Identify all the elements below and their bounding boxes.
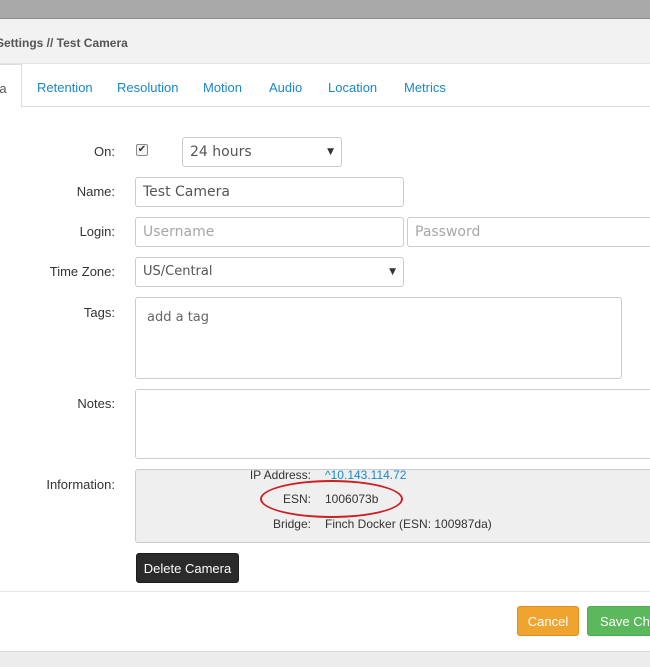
notes-label: Notes: xyxy=(77,396,115,411)
tab-retention[interactable]: Retention xyxy=(37,64,93,107)
notes-textarea[interactable] xyxy=(135,389,650,459)
on-label: On: xyxy=(94,144,115,159)
modal-header: Settings // Test Camera xyxy=(0,19,650,64)
name-field-value: Test Camera xyxy=(143,184,230,200)
chevron-down-icon: ▼ xyxy=(389,267,396,277)
tab-motion[interactable]: Motion xyxy=(203,64,242,107)
save-changes-button[interactable]: Save Changes xyxy=(587,606,650,636)
tab-audio[interactable]: Audio xyxy=(269,64,302,107)
tags-placeholder: add a tag xyxy=(147,310,210,325)
delete-camera-button[interactable]: Delete Camera xyxy=(136,553,239,583)
timezone-label: Time Zone: xyxy=(49,264,115,279)
background-window-strip xyxy=(0,0,650,19)
password-field[interactable]: Password xyxy=(407,217,650,247)
checkmark-icon: ✔ xyxy=(137,144,147,155)
on-checkbox[interactable]: ✔ xyxy=(136,144,148,156)
password-placeholder: Password xyxy=(415,224,481,240)
schedule-select-value: 24 hours xyxy=(190,144,252,160)
schedule-select[interactable]: 24 hours ▼ xyxy=(182,137,342,167)
cancel-button[interactable]: Cancel xyxy=(517,606,579,636)
name-label: Name: xyxy=(76,184,115,199)
timezone-select[interactable]: US/Central ▼ xyxy=(135,257,404,287)
information-label: Information: xyxy=(46,477,115,492)
modal-footer-divider xyxy=(0,591,650,592)
esn-highlight-annotation xyxy=(260,480,403,518)
username-placeholder: Username xyxy=(143,224,215,240)
username-field[interactable]: Username xyxy=(135,217,404,247)
tags-input[interactable]: add a tag xyxy=(135,297,622,379)
bridge-value: Finch Docker (ESN: 100987da) xyxy=(325,517,492,531)
tags-label: Tags: xyxy=(83,305,115,320)
tab-resolution[interactable]: Resolution xyxy=(117,64,178,107)
settings-tabs: ra Retention Resolution Motion Audio Loc… xyxy=(0,64,650,108)
bridge-label: Bridge: xyxy=(272,517,311,531)
timezone-select-value: US/Central xyxy=(143,264,213,279)
tab-location[interactable]: Location xyxy=(328,64,377,107)
login-label: Login: xyxy=(79,224,115,239)
tab-camera[interactable]: ra xyxy=(0,64,22,108)
background-page-strip xyxy=(0,651,650,667)
modal-title: Settings // Test Camera xyxy=(0,36,128,50)
tab-metrics[interactable]: Metrics xyxy=(404,64,446,107)
name-field[interactable]: Test Camera xyxy=(135,177,404,207)
chevron-down-icon: ▼ xyxy=(327,147,334,157)
ip-address-label: IP Address: xyxy=(249,469,311,482)
